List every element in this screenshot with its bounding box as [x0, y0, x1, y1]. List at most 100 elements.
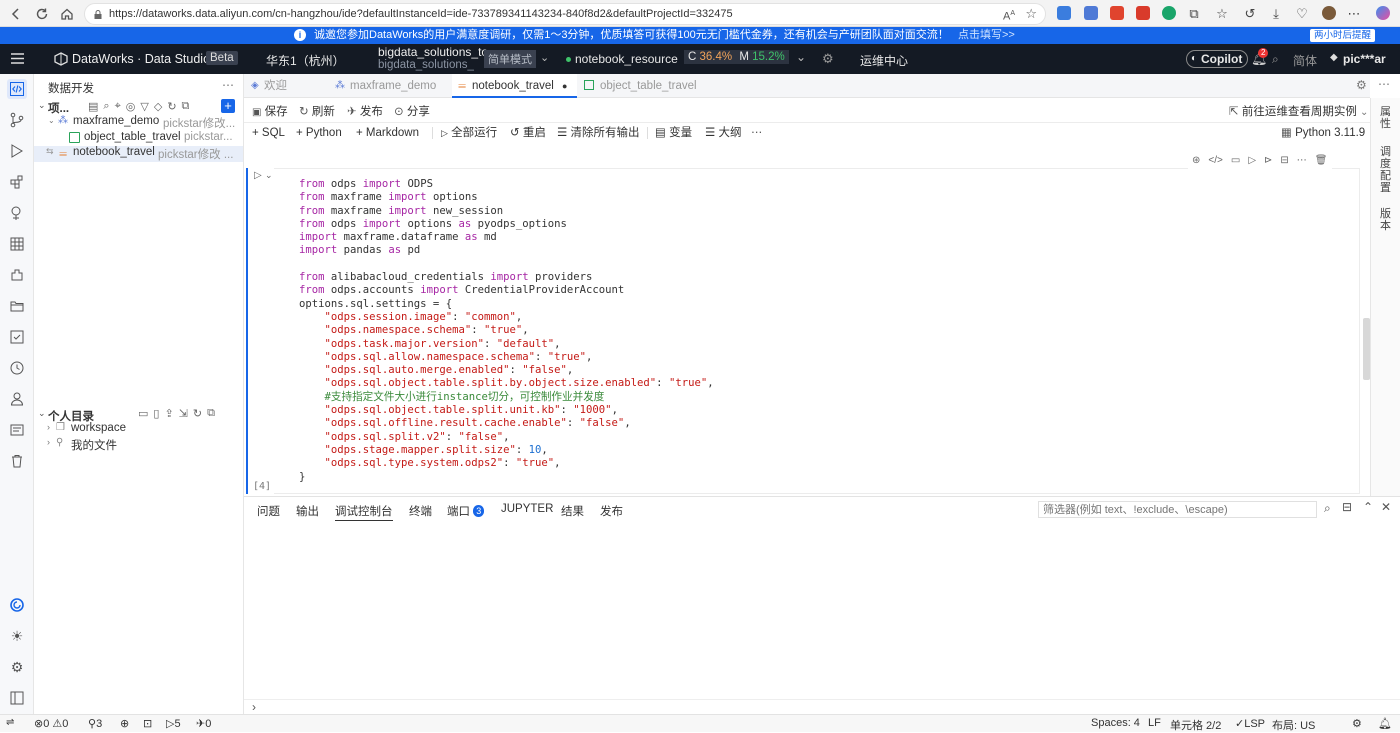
extension-green-icon[interactable]: [1162, 6, 1176, 20]
upload-icon[interactable]: ⇪: [164, 407, 173, 420]
region-selector[interactable]: 华东1（杭州）: [266, 52, 345, 69]
cell-run-above-icon[interactable]: ▷: [1248, 155, 1256, 171]
tab-object-table-travel[interactable]: object_table_travel: [580, 74, 710, 98]
copilot-browser-icon[interactable]: [1376, 6, 1390, 20]
panel-tab-debug-console[interactable]: 调试控制台: [335, 503, 393, 521]
panel-tab-output[interactable]: 输出: [296, 503, 319, 519]
project-name[interactable]: bigdata_solutions_to: [378, 45, 488, 59]
trash-icon[interactable]: [7, 451, 27, 471]
new-file-icon[interactable]: ▯: [153, 407, 159, 420]
tab-maxframe-demo[interactable]: ⁂ maxframe_demo: [330, 74, 448, 98]
copilot-sidebar-icon[interactable]: [7, 595, 27, 615]
cell-run-below-icon[interactable]: ⊳: [1264, 155, 1272, 171]
panel-tab-results[interactable]: 结果: [561, 503, 584, 519]
home-icon[interactable]: [57, 4, 77, 24]
extension-shield-icon[interactable]: [1057, 6, 1071, 20]
right-tab-properties[interactable]: 属性: [1380, 106, 1392, 130]
reload-icon[interactable]: [32, 4, 52, 24]
theme-sun-icon[interactable]: ☀: [7, 626, 27, 646]
favorite-star-icon[interactable]: ☆: [1025, 4, 1037, 24]
run-cell-icon[interactable]: ▷: [254, 170, 262, 181]
collapse-all-icon[interactable]: ⧉: [182, 100, 190, 113]
user-name[interactable]: pic***ar: [1343, 52, 1386, 66]
remote-icon[interactable]: ⇌: [6, 717, 14, 728]
checklist-icon[interactable]: [7, 327, 27, 347]
code-content[interactable]: from odps import ODPS from maxframe impo…: [299, 178, 714, 484]
tabs-settings-icon[interactable]: ⚙: [1356, 78, 1367, 92]
tree-item-maxframe-demo[interactable]: ⌄ ⁂ maxframe_demo pickstar修改...: [34, 115, 243, 131]
clear-outputs-button[interactable]: ☰ 清除所有输出: [557, 125, 640, 141]
extensions-puzzle-icon[interactable]: ⧉: [1184, 4, 1204, 24]
right-tab-version[interactable]: 版本: [1380, 208, 1392, 232]
collapse-personal-icon[interactable]: ⧉: [207, 407, 215, 420]
tree-item-workspace[interactable]: › ❒ workspace: [34, 422, 243, 438]
keyboard-layout-status[interactable]: 布局: US: [1272, 717, 1315, 733]
new-folder-icon[interactable]: ▭: [138, 407, 148, 420]
cell-collapse-chevron-icon[interactable]: ⌄: [265, 170, 273, 181]
cell-comment-icon[interactable]: ▭: [1231, 155, 1240, 171]
data-map-icon[interactable]: [7, 203, 27, 223]
notebook-editor[interactable]: ▷ ⌄ ⊛ </> ▭ ▷ ⊳ ⊟ ⋯ 🗑︎ from odps import …: [244, 155, 1370, 496]
refresh-personal-icon[interactable]: ↻: [193, 407, 202, 420]
settings-gear-icon[interactable]: ⚙: [7, 657, 27, 677]
more-icon[interactable]: ⋯: [1344, 4, 1364, 24]
expand-right-chevron-icon[interactable]: ›: [47, 437, 50, 447]
panel-tab-publish[interactable]: 发布: [600, 503, 623, 519]
search-icon[interactable]: ⌕: [1272, 52, 1279, 67]
folder-icon[interactable]: [7, 296, 27, 316]
extensions-icon[interactable]: [7, 172, 27, 192]
resource-name[interactable]: notebook_resource: [575, 52, 678, 66]
outline-button[interactable]: ☰ 大纲: [705, 125, 742, 141]
panel-close-icon[interactable]: ✕: [1381, 500, 1391, 514]
problems-status[interactable]: ⊗0 ⚠0: [34, 717, 68, 730]
panel-filter-input[interactable]: [1038, 501, 1317, 518]
add-python-cell-button[interactable]: + Python: [296, 125, 342, 141]
terminal-status-icon[interactable]: ⊡: [143, 717, 152, 730]
profile-avatar[interactable]: [1322, 6, 1336, 20]
cell-split-icon[interactable]: ⊟: [1280, 155, 1288, 171]
target-icon[interactable]: ◎: [126, 100, 136, 113]
cell-delete-icon[interactable]: 🗑︎: [1315, 155, 1328, 171]
search-files-icon[interactable]: ⌕: [103, 100, 109, 113]
right-tab-schedule[interactable]: 调度配置: [1380, 146, 1392, 194]
project-section-label[interactable]: 项...: [48, 100, 69, 116]
ports-status[interactable]: ⚲3: [88, 717, 102, 730]
goto-ops-link[interactable]: ⇱ 前往运维查看周期实例 ⌄: [1229, 104, 1368, 121]
resource-settings-icon[interactable]: ⚙: [822, 51, 834, 67]
mode-selector[interactable]: 简单模式: [484, 50, 536, 68]
new-table-icon[interactable]: ▤: [88, 100, 98, 113]
run-status[interactable]: ▷5: [166, 717, 181, 730]
refresh-button[interactable]: ↻ 刷新: [299, 104, 335, 120]
code-explorer-icon[interactable]: [7, 79, 27, 99]
run-all-button[interactable]: ▷ 全部运行: [441, 125, 497, 141]
editor-scrollbar[interactable]: [1363, 318, 1370, 380]
read-aloud-icon[interactable]: AA: [1003, 4, 1015, 24]
indentation-status[interactable]: Spaces: 4: [1091, 717, 1140, 729]
extension-grid-icon[interactable]: [1136, 6, 1150, 20]
cell-position-status[interactable]: 单元格 2/2: [1170, 717, 1221, 733]
cell-copilot-icon[interactable]: ⊛: [1192, 155, 1200, 171]
unsaved-dot-icon[interactable]: ●: [562, 74, 567, 98]
lsp-status[interactable]: ✓LSP: [1235, 717, 1265, 730]
download-icon[interactable]: ⤓: [1266, 4, 1286, 24]
menu-icon[interactable]: [11, 53, 24, 64]
filter-icon[interactable]: ▽: [140, 100, 148, 113]
back-icon[interactable]: [6, 4, 26, 24]
share-button[interactable]: ⊙ 分享: [394, 104, 430, 120]
cell-more-icon[interactable]: ⋯: [1297, 155, 1307, 171]
add-markdown-cell-button[interactable]: + Markdown: [356, 125, 419, 141]
status-settings-icon[interactable]: ⚙: [1352, 717, 1362, 730]
extension-red-icon[interactable]: [1110, 6, 1124, 20]
mode-chevron-icon[interactable]: ⌄: [540, 51, 549, 64]
history-icon[interactable]: ↺: [1240, 4, 1260, 24]
locate-icon[interactable]: ⌖: [115, 100, 121, 113]
console-prompt-icon[interactable]: ›: [252, 700, 256, 714]
refresh-tree-icon[interactable]: ↻: [167, 100, 176, 113]
import-icon[interactable]: ⇲: [179, 407, 188, 420]
sidebar-more-icon[interactable]: ⋯: [222, 78, 234, 92]
panel-tab-terminal[interactable]: 终端: [409, 503, 432, 519]
address-bar[interactable]: https://dataworks.data.aliyun.com/cn-han…: [84, 3, 1046, 25]
copilot-button[interactable]: ◐ Copilot: [1186, 50, 1249, 68]
tag-icon[interactable]: ◇: [154, 100, 162, 113]
extension-translate-icon[interactable]: [1084, 6, 1098, 20]
